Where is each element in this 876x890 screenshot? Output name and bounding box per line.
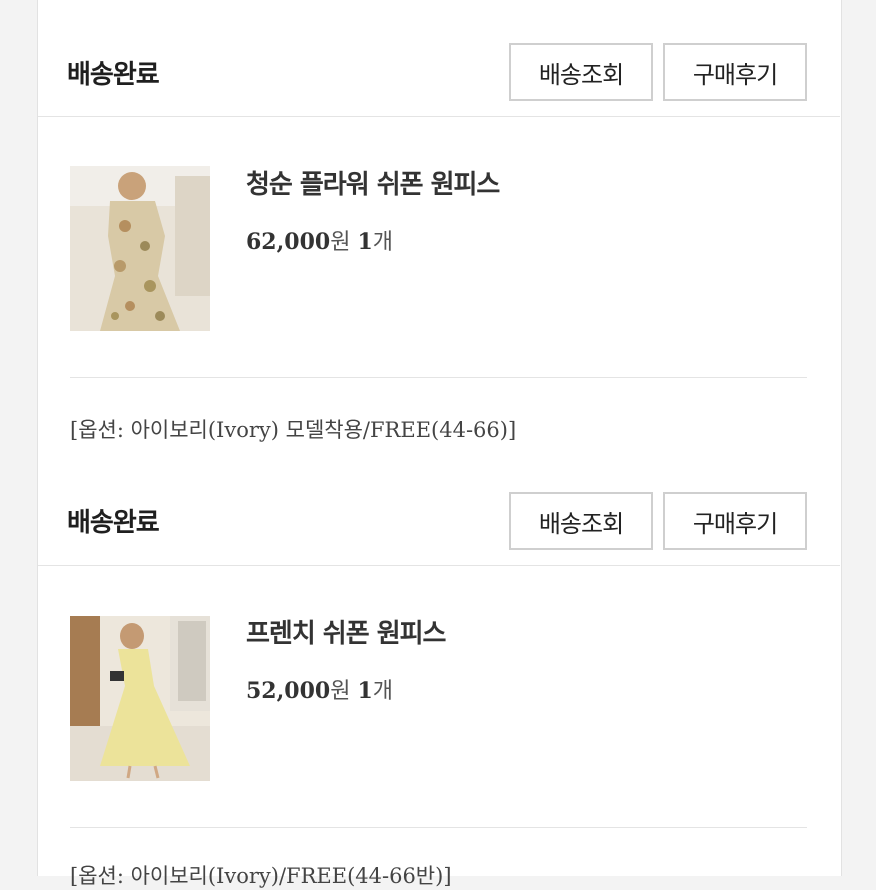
product-thumbnail[interactable]: [70, 616, 210, 781]
quantity-unit: 개: [372, 679, 394, 704]
product-name[interactable]: 청순 플라워 쉬폰 원피스: [246, 164, 500, 201]
quantity: 1: [357, 678, 373, 704]
product-price-qty: 62,000원 1개: [246, 224, 393, 256]
product-option: [옵션: 아이보리(Ivory)/FREE(44-66반)]: [70, 864, 452, 888]
product-option: [옵션: 아이보리(Ivory) 모델착용/FREE(44-66)]: [70, 418, 517, 442]
divider: [70, 827, 807, 828]
track-delivery-button[interactable]: 배송조회: [509, 43, 653, 101]
product-price-qty: 52,000원 1개: [246, 673, 393, 705]
quantity-unit: 개: [372, 230, 394, 255]
price: 62,000: [246, 229, 331, 255]
divider: [38, 116, 840, 117]
quantity: 1: [357, 229, 373, 255]
divider: [70, 377, 807, 378]
price-unit: 원: [330, 679, 351, 704]
divider: [38, 565, 840, 566]
order-status: 배송완료: [67, 60, 160, 90]
track-delivery-button[interactable]: 배송조회: [509, 492, 653, 550]
dress-image-icon: [70, 616, 210, 781]
dress-image-icon: [70, 166, 210, 331]
write-review-button[interactable]: 구매후기: [663, 492, 807, 550]
product-thumbnail[interactable]: [70, 166, 210, 331]
write-review-button[interactable]: 구매후기: [663, 43, 807, 101]
product-name[interactable]: 프렌치 쉬폰 원피스: [246, 613, 446, 650]
price: 52,000: [246, 678, 331, 704]
order-status: 배송완료: [67, 508, 160, 538]
price-unit: 원: [330, 230, 351, 255]
